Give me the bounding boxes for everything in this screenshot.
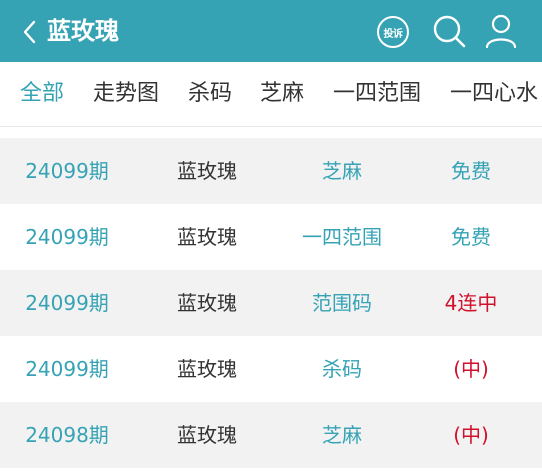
tab-sesame[interactable]: 芝麻 xyxy=(260,78,304,110)
type-cell: 芝麻 xyxy=(322,159,362,183)
name-cell: 蓝玫瑰 xyxy=(177,159,237,183)
result-cell: 免费 xyxy=(451,225,491,249)
result-cell: 免费 xyxy=(451,159,491,183)
period-cell: 24099期 xyxy=(25,291,109,315)
name-cell: 蓝玫瑰 xyxy=(177,225,237,249)
list-item[interactable]: 24099期 蓝玫瑰 范围码 4连中 xyxy=(0,270,542,336)
tab-trend-chart[interactable]: 走势图 xyxy=(93,78,159,110)
period-cell: 24099期 xyxy=(25,225,109,249)
result-cell: (中) xyxy=(453,423,489,447)
tab-heart-water[interactable]: 一四心水 xyxy=(450,78,538,110)
period-cell: 24098期 xyxy=(25,423,109,447)
name-cell: 蓝玫瑰 xyxy=(177,291,237,315)
type-cell: 芝麻 xyxy=(322,423,362,447)
complaint-label: 投诉 xyxy=(383,28,404,40)
complaint-icon[interactable]: 投诉 xyxy=(377,16,409,48)
page-title: 蓝玫瑰 xyxy=(47,17,119,45)
app-header: 蓝玫瑰 投诉 xyxy=(0,0,542,62)
name-cell: 蓝玫瑰 xyxy=(177,357,237,381)
chevron-left-icon[interactable] xyxy=(20,19,40,45)
search-icon[interactable] xyxy=(431,13,467,49)
category-tabs: 全部 走势图 杀码 芝麻 一四范围 一四心水 xyxy=(0,62,542,126)
list-item[interactable]: 24099期 蓝玫瑰 杀码 (中) xyxy=(0,336,542,402)
list-item[interactable]: 24098期 蓝玫瑰 芝麻 (中) xyxy=(0,402,542,468)
user-icon[interactable] xyxy=(484,13,518,49)
tab-kill-code[interactable]: 杀码 xyxy=(188,78,232,110)
tabs-divider xyxy=(0,126,542,127)
result-cell: 4连中 xyxy=(444,291,498,315)
type-cell: 杀码 xyxy=(322,357,362,381)
period-cell: 24099期 xyxy=(25,357,109,381)
tab-range[interactable]: 一四范围 xyxy=(333,78,421,110)
list-item[interactable]: 24099期 蓝玫瑰 一四范围 免费 xyxy=(0,204,542,270)
list-item[interactable]: 24099期 蓝玫瑰 芝麻 免费 xyxy=(0,138,542,204)
type-cell: 一四范围 xyxy=(302,225,382,249)
result-cell: (中) xyxy=(453,357,489,381)
tab-all[interactable]: 全部 xyxy=(20,78,64,110)
period-cell: 24099期 xyxy=(25,159,109,183)
type-cell: 范围码 xyxy=(312,291,372,315)
name-cell: 蓝玫瑰 xyxy=(177,423,237,447)
